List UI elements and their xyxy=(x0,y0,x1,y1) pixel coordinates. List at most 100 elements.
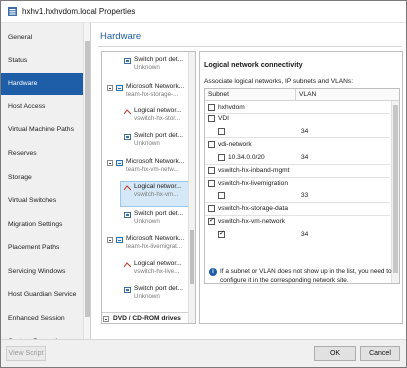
tree-item-label: Logical networ... xyxy=(134,183,182,190)
tree-item-dvd-drives[interactable]: DVD / CD-ROM drives xyxy=(102,312,190,323)
nav-item-migration-settings[interactable]: Migration Settings xyxy=(1,214,83,236)
row-divider xyxy=(205,177,390,178)
collapse-toggle-icon[interactable] xyxy=(107,160,113,166)
network-adapter-icon xyxy=(116,85,123,91)
tree-scrollbar[interactable] xyxy=(188,52,195,323)
row-divider xyxy=(205,113,390,114)
tree-item[interactable]: Switch port det... Unknown xyxy=(134,210,183,225)
tree-item-label: DVD / CD-ROM drives xyxy=(113,315,181,322)
row-label: VDI xyxy=(218,115,229,122)
collapse-toggle-icon[interactable] xyxy=(107,237,113,243)
collapse-toggle-icon[interactable] xyxy=(107,85,113,91)
nav-item-hardware[interactable]: Hardware xyxy=(1,73,83,95)
collapse-toggle-icon[interactable] xyxy=(103,316,109,322)
nav-item-storage[interactable]: Storage xyxy=(1,167,83,189)
row-divider xyxy=(205,137,390,138)
column-separator xyxy=(295,89,296,101)
tree-item-label: Switch port det... xyxy=(134,285,184,292)
tree-item-label: Logical networ... xyxy=(134,107,182,114)
nav-item-custom-properties[interactable]: Custom Properties xyxy=(1,331,83,339)
ok-button[interactable]: OK xyxy=(314,346,356,361)
logical-network-icon xyxy=(124,185,131,191)
nav-item-virtual-machine-paths[interactable]: Virtual Machine Paths xyxy=(1,119,83,141)
nav-item-placement-paths[interactable]: Placement Paths xyxy=(1,237,83,259)
nav-scrollbar[interactable] xyxy=(83,23,90,339)
nav-item-enhanced-session[interactable]: Enhanced Session xyxy=(1,308,83,330)
nav-item-reserves[interactable]: Reserves xyxy=(1,143,83,165)
row-checkbox[interactable] xyxy=(208,115,215,122)
tree-item[interactable]: Microsoft Network... team-hx-storage-... xyxy=(126,83,184,98)
row-vlan: 34 xyxy=(301,128,309,135)
grid-header: Subnet VLAN xyxy=(205,89,399,101)
header-divider xyxy=(98,46,402,47)
tree-item[interactable]: Switch port det... Unknown xyxy=(134,132,183,147)
tree-item[interactable]: Microsoft Network... team-hx-livemigrat.… xyxy=(126,235,184,250)
tree-item-label: Switch port det... xyxy=(134,132,184,139)
row-label: vswitch-hx-storage-data xyxy=(218,205,288,212)
tree-item[interactable]: Microsoft Network... team-hx-vm-netw... xyxy=(126,158,184,173)
row-checkbox[interactable] xyxy=(218,154,225,161)
tree-item-label: Microsoft Network... xyxy=(126,235,185,242)
network-adapter-icon xyxy=(116,160,123,166)
row-checkbox[interactable] xyxy=(208,104,215,111)
title-bar: hxhv1.hxhvdom.local Properties xyxy=(1,1,406,23)
column-header-vlan[interactable]: VLAN xyxy=(299,91,316,98)
settings-nav: General Status Hardware Host Access Virt… xyxy=(1,23,91,339)
row-checkbox[interactable] xyxy=(208,205,215,212)
tree-item-selected[interactable]: Logical networ... vswitch-hx-vm... xyxy=(134,183,182,198)
row-label: hxhvdom xyxy=(218,104,245,111)
row-label: vswitch-hx-vm-network xyxy=(218,218,286,225)
page-title: Hardware xyxy=(100,31,142,42)
cancel-button[interactable]: Cancel xyxy=(360,346,400,361)
tree-item-sub: vswitch-hx-vm... xyxy=(134,191,179,198)
tree-item-sub: vswitch-hx-stor... xyxy=(134,115,181,122)
row-divider xyxy=(205,164,390,165)
tree-item[interactable]: Logical networ... vswitch-hx-live... xyxy=(134,260,182,275)
nav-scroll-thumb[interactable] xyxy=(85,41,90,317)
tree-scroll-thumb[interactable] xyxy=(190,230,194,284)
grid-scroll-thumb[interactable] xyxy=(393,105,398,273)
nav-item-general[interactable]: General xyxy=(1,27,83,49)
network-adapter-icon xyxy=(116,237,123,243)
grid-scrollbar[interactable] xyxy=(391,101,399,283)
switch-port-icon xyxy=(124,287,131,293)
row-label: vswitch-hx-livemigration xyxy=(218,180,288,187)
row-checkbox[interactable] xyxy=(208,167,215,174)
tree-item-sub: Unknown xyxy=(134,64,160,71)
switch-port-icon xyxy=(124,134,131,140)
panel-title: Logical network connectivity xyxy=(204,60,303,69)
info-icon: i xyxy=(209,268,217,276)
row-checkbox[interactable] xyxy=(218,192,225,199)
tree-item-label: Microsoft Network... xyxy=(126,83,185,90)
column-header-subnet[interactable]: Subnet xyxy=(208,91,229,98)
row-vlan: 33 xyxy=(301,192,309,199)
tree-item-sub: team-hx-livemigrat... xyxy=(126,243,183,250)
nav-item-status[interactable]: Status xyxy=(1,50,83,72)
view-script-button[interactable]: View Script xyxy=(6,346,46,361)
row-divider xyxy=(205,202,390,203)
tree-item-sub: Unknown xyxy=(134,218,160,225)
nav-item-host-guardian-service[interactable]: Host Guardian Service xyxy=(1,284,83,306)
nav-item-virtual-switches[interactable]: Virtual Switches xyxy=(1,190,83,212)
row-label: vdi-network xyxy=(218,141,252,148)
tree-item-sub: Unknown xyxy=(134,140,160,147)
subnet-vlan-grid: Subnet VLAN hxhvdom VDI 34 vdi-network 1… xyxy=(204,88,400,284)
tree-item[interactable]: Switch port det... Unknown xyxy=(134,285,183,300)
row-divider xyxy=(205,215,390,216)
properties-window: hxhv1.hxhvdom.local Properties General S… xyxy=(0,0,407,368)
tree-item-sub: team-hx-storage-... xyxy=(126,91,179,98)
row-checkbox-checked[interactable] xyxy=(218,229,225,238)
nav-item-host-access[interactable]: Host Access xyxy=(1,96,83,118)
row-vlan: 34 xyxy=(301,231,309,238)
server-properties-icon xyxy=(8,7,17,16)
row-checkbox[interactable] xyxy=(218,128,225,135)
row-checkbox-checked[interactable] xyxy=(208,216,215,225)
tree-item[interactable]: Switch port det... Unknown xyxy=(134,56,183,71)
row-checkbox[interactable] xyxy=(208,141,215,148)
row-checkbox[interactable] xyxy=(208,180,215,187)
tree-item-label: Switch port det... xyxy=(134,56,184,63)
row-label: 10.34.0.0/20 xyxy=(228,154,265,161)
tree-item[interactable]: Logical networ... vswitch-hx-stor... xyxy=(134,107,182,122)
switch-port-icon xyxy=(124,212,131,218)
nav-item-servicing-windows[interactable]: Servicing Windows xyxy=(1,261,83,283)
